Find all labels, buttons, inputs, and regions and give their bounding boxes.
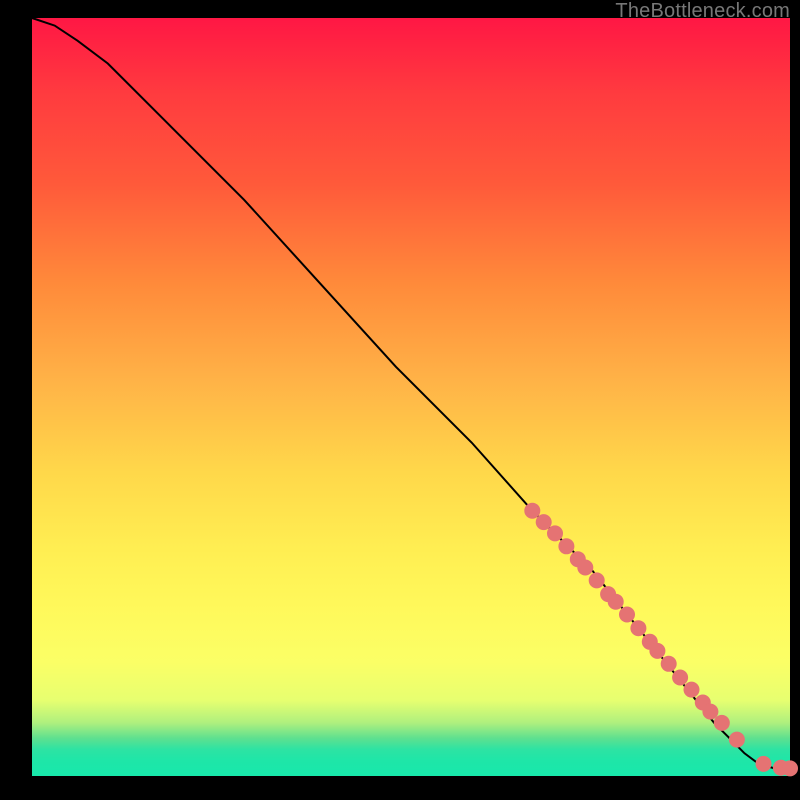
data-point [577, 560, 593, 576]
data-curve [32, 18, 790, 768]
plot-area [32, 18, 790, 776]
data-point [547, 525, 563, 541]
data-point [729, 732, 745, 748]
data-point [589, 572, 605, 588]
data-point [661, 656, 677, 672]
chart-frame: TheBottleneck.com [0, 0, 800, 800]
data-point [558, 538, 574, 554]
data-point [756, 756, 772, 772]
data-point [714, 715, 730, 731]
data-point [524, 503, 540, 519]
data-point [619, 607, 635, 623]
data-point [536, 514, 552, 530]
data-point [649, 643, 665, 659]
data-point [782, 760, 798, 776]
data-point [608, 594, 624, 610]
data-point [630, 620, 646, 636]
data-points [524, 503, 798, 777]
data-point [702, 704, 718, 720]
chart-svg [32, 18, 790, 776]
data-point [684, 682, 700, 698]
data-point [672, 670, 688, 686]
